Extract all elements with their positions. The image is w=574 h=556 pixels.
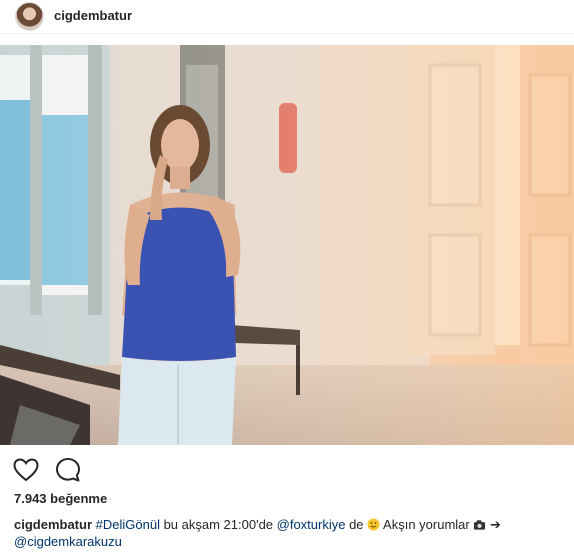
post-caption: cigdembatur #DeliGönül bu akşam 21:00'de… bbox=[14, 516, 566, 550]
post-actions bbox=[12, 456, 82, 484]
caption-text: de bbox=[345, 517, 368, 532]
like-button[interactable] bbox=[12, 456, 40, 484]
caption-text: bu akşam 21:00'de bbox=[159, 517, 277, 532]
post-header: cigdembatur bbox=[0, 0, 574, 34]
caption-username[interactable]: cigdembatur bbox=[14, 517, 92, 532]
arrow-icon: ➔ bbox=[489, 517, 501, 532]
smiling-face-emoji-icon bbox=[367, 518, 380, 531]
comment-icon bbox=[56, 458, 80, 482]
camera-emoji-icon bbox=[474, 520, 486, 530]
heart-icon bbox=[13, 458, 39, 482]
comment-button[interactable] bbox=[54, 456, 82, 484]
post-photo[interactable] bbox=[0, 45, 574, 445]
caption-mention-cigdemkarakuzu[interactable]: @cigdemkarakuzu bbox=[14, 534, 122, 549]
caption-text: Akşın yorumlar bbox=[380, 517, 474, 532]
post-photo-scene bbox=[0, 45, 574, 445]
caption-mention-foxturkiye[interactable]: @foxturkiye bbox=[277, 517, 346, 532]
caption-hashtag[interactable]: #DeliGönül bbox=[96, 517, 160, 532]
like-count[interactable]: 7.943 beğenme bbox=[14, 491, 107, 506]
header-username[interactable]: cigdembatur bbox=[54, 8, 132, 23]
avatar[interactable] bbox=[15, 2, 44, 31]
